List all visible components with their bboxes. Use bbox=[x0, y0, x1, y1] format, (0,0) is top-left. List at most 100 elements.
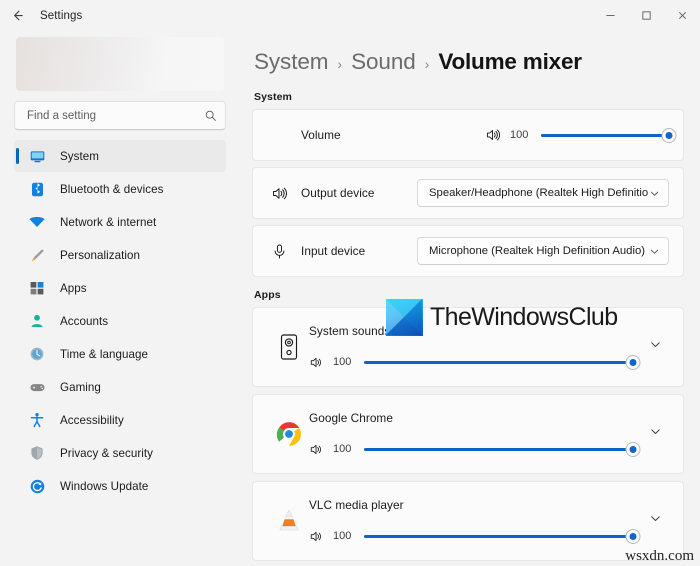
speaker-icon bbox=[271, 185, 301, 202]
app-body: System sounds 100 bbox=[309, 314, 641, 380]
app-name: VLC media player bbox=[309, 498, 404, 512]
output-device-value: Speaker/Headphone (Realtek High Definiti… bbox=[429, 187, 649, 199]
input-device-value: Microphone (Realtek High Definition Audi… bbox=[429, 245, 646, 257]
slider-thumb[interactable] bbox=[626, 442, 640, 456]
slider-thumb[interactable] bbox=[626, 355, 640, 369]
slider-fill bbox=[541, 133, 669, 137]
sidebar-item-bluetooth-devices[interactable]: Bluetooth & devices bbox=[14, 173, 226, 205]
section-label-system: System bbox=[254, 91, 292, 103]
sidebar-item-personalization[interactable]: Personalization bbox=[14, 239, 226, 271]
sidebar-item-apps[interactable]: Apps bbox=[14, 272, 226, 304]
breadcrumb: System › Sound › Volume mixer bbox=[252, 49, 684, 75]
app-name: System sounds bbox=[309, 324, 391, 338]
sidebar-item-label: Privacy & security bbox=[60, 446, 154, 460]
gamepad-icon bbox=[26, 379, 48, 396]
volume-label: Volume bbox=[301, 128, 341, 142]
sidebar-item-label: Bluetooth & devices bbox=[60, 182, 164, 196]
app-volume-value: 100 bbox=[333, 443, 352, 455]
main-content: System › Sound › Volume mixer System Vol… bbox=[240, 31, 700, 566]
title-bar: Settings bbox=[0, 0, 700, 31]
chrome-icon bbox=[269, 421, 309, 447]
navigation-sidebar: System Bluetooth & devices bbox=[0, 31, 240, 566]
user-profile-card[interactable] bbox=[16, 37, 224, 91]
chevron-down-icon bbox=[649, 246, 660, 257]
slider-thumb[interactable] bbox=[626, 529, 640, 543]
shield-icon bbox=[26, 445, 48, 461]
expand-button[interactable] bbox=[641, 507, 669, 535]
sidebar-item-label: Personalization bbox=[60, 248, 141, 262]
app-row-google-chrome: Google Chrome 100 bbox=[252, 394, 684, 474]
chevron-down-icon bbox=[649, 512, 662, 530]
breadcrumb-separator-icon: › bbox=[337, 56, 343, 72]
input-device-dropdown[interactable]: Microphone (Realtek High Definition Audi… bbox=[417, 237, 669, 265]
maximize-button[interactable] bbox=[628, 0, 664, 31]
volume-slider-group: 100 bbox=[485, 125, 676, 145]
chevron-down-icon bbox=[649, 188, 660, 199]
search-icon bbox=[204, 109, 217, 122]
app-volume-value: 100 bbox=[333, 356, 352, 368]
monitor-icon bbox=[26, 148, 48, 165]
system-sounds-speaker-icon bbox=[269, 333, 309, 361]
search-box[interactable] bbox=[14, 101, 226, 130]
app-volume-line: 100 bbox=[309, 352, 641, 372]
speaker-icon[interactable] bbox=[309, 442, 324, 457]
sidebar-item-time-language[interactable]: Time & language bbox=[14, 338, 226, 370]
volume-value: 100 bbox=[510, 129, 529, 141]
sidebar-item-label: System bbox=[60, 149, 99, 163]
slider-fill bbox=[364, 534, 633, 538]
sidebar-item-windows-update[interactable]: Windows Update bbox=[14, 470, 226, 502]
breadcrumb-sound[interactable]: Sound bbox=[351, 49, 416, 75]
sidebar-item-label: Gaming bbox=[60, 380, 101, 394]
chevron-down-icon bbox=[649, 338, 662, 356]
sidebar-item-accounts[interactable]: Accounts bbox=[14, 305, 226, 337]
sidebar-item-system[interactable]: System bbox=[14, 140, 226, 172]
expand-button[interactable] bbox=[641, 333, 669, 361]
slider-thumb[interactable] bbox=[662, 128, 676, 142]
input-device-card: Input device Microphone (Realtek High De… bbox=[252, 225, 684, 277]
sidebar-item-label: Accessibility bbox=[60, 413, 124, 427]
app-row-vlc-media-player: VLC media player 100 bbox=[252, 481, 684, 561]
input-device-label: Input device bbox=[301, 244, 366, 258]
slider-fill bbox=[364, 447, 633, 451]
sidebar-item-label: Apps bbox=[60, 281, 87, 295]
accessibility-icon bbox=[26, 412, 48, 428]
bluetooth-icon bbox=[26, 181, 48, 198]
volume-row: Volume 100 bbox=[253, 110, 683, 160]
sidebar-item-network-internet[interactable]: Network & internet bbox=[14, 206, 226, 238]
sidebar-item-label: Windows Update bbox=[60, 479, 149, 493]
expand-button[interactable] bbox=[641, 420, 669, 448]
output-device-row: Output device Speaker/Headphone (Realtek… bbox=[253, 168, 683, 218]
app-body: VLC media player 100 bbox=[309, 488, 641, 554]
app-volume-line: 100 bbox=[309, 526, 641, 546]
volume-slider[interactable] bbox=[541, 125, 676, 145]
output-device-card: Output device Speaker/Headphone (Realtek… bbox=[252, 167, 684, 219]
app-volume-value: 100 bbox=[333, 530, 352, 542]
sidebar-item-accessibility[interactable]: Accessibility bbox=[14, 404, 226, 436]
input-device-row: Input device Microphone (Realtek High De… bbox=[253, 226, 683, 276]
minimize-button[interactable] bbox=[592, 0, 628, 31]
sidebar-item-gaming[interactable]: Gaming bbox=[14, 371, 226, 403]
app-volume-slider[interactable] bbox=[364, 352, 640, 372]
sidebar-item-privacy-security[interactable]: Privacy & security bbox=[14, 437, 226, 469]
window-body: System Bluetooth & devices bbox=[0, 31, 700, 566]
wifi-icon bbox=[26, 213, 48, 231]
sidebar-item-label: Time & language bbox=[60, 347, 148, 361]
speaker-icon[interactable] bbox=[309, 355, 324, 370]
sidebar-nav-list: System Bluetooth & devices Network & int… bbox=[8, 140, 232, 566]
back-button[interactable] bbox=[0, 0, 34, 31]
speaker-icon[interactable] bbox=[485, 127, 501, 143]
speaker-icon[interactable] bbox=[309, 529, 324, 544]
sidebar-item-label: Network & internet bbox=[60, 215, 157, 229]
section-label-apps: Apps bbox=[254, 289, 281, 301]
output-device-dropdown[interactable]: Speaker/Headphone (Realtek High Definiti… bbox=[417, 179, 669, 207]
output-device-label: Output device bbox=[301, 186, 375, 200]
update-icon bbox=[26, 478, 48, 495]
app-body: Google Chrome 100 bbox=[309, 401, 641, 467]
app-volume-slider[interactable] bbox=[364, 526, 640, 546]
search-input[interactable] bbox=[27, 109, 204, 122]
close-button[interactable] bbox=[664, 0, 700, 31]
app-volume-slider[interactable] bbox=[364, 439, 640, 459]
app-row-system-sounds: System sounds 100 bbox=[252, 307, 684, 387]
slider-fill bbox=[364, 360, 633, 364]
breadcrumb-system[interactable]: System bbox=[254, 49, 329, 75]
